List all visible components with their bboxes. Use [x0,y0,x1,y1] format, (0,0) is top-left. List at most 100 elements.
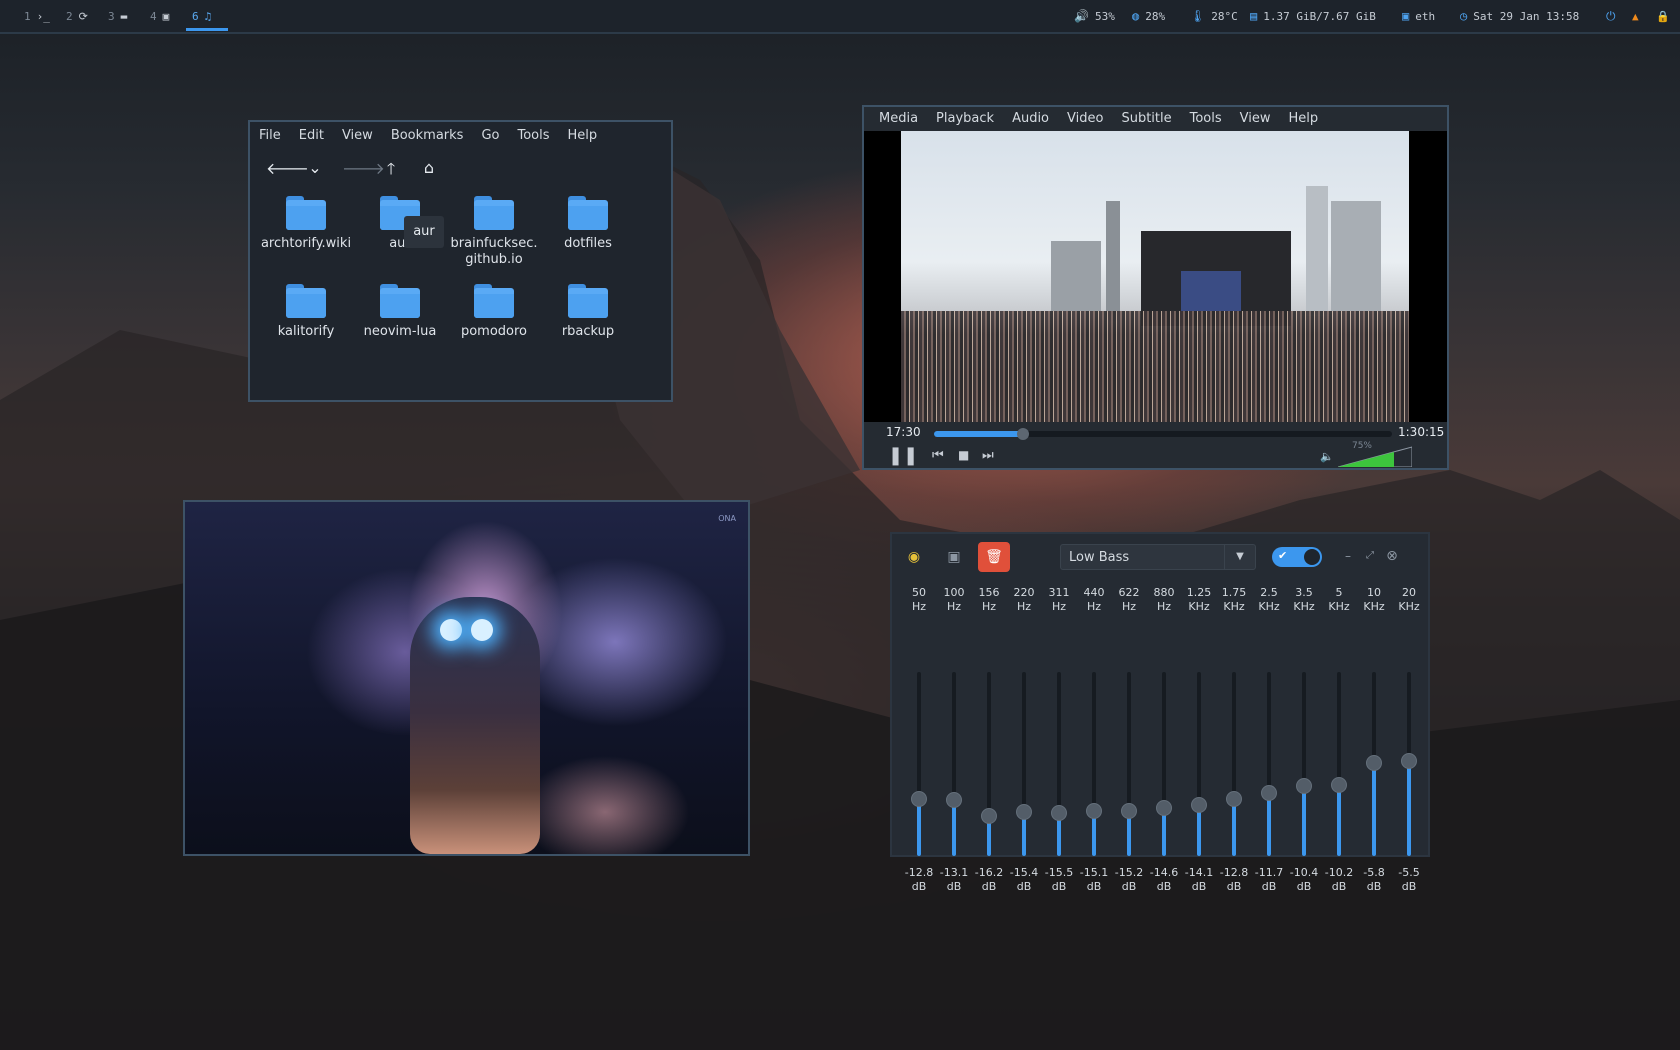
band-slider[interactable] [1226,672,1242,856]
folder-item[interactable]: pomodoro [446,284,542,340]
band-slider-handle[interactable] [1296,778,1312,794]
video-area[interactable] [864,131,1447,422]
band-slider[interactable] [946,672,962,856]
equalizer-enable-toggle[interactable]: ✔ [1272,547,1322,567]
workspace-3[interactable]: 3 ▬ [108,0,127,32]
menu-video[interactable]: Video [1058,111,1112,126]
menu-go[interactable]: Go [472,128,508,143]
folder-item[interactable]: neovim-lua [352,284,448,340]
band-frequency: 622 [1118,586,1140,599]
menu-subtitle[interactable]: Subtitle [1112,111,1180,126]
preset-select[interactable]: Low Bass ▼ [1060,544,1256,570]
lock-tray-icon[interactable]: 🔒 [1656,0,1670,32]
workspace-1[interactable]: 1 ›_ [24,0,50,32]
seek-handle[interactable] [1017,428,1029,440]
next-icon[interactable]: ⏭ [982,448,994,463]
menu-audio[interactable]: Audio [1003,111,1058,126]
folder-item[interactable]: dotfiles [540,196,636,252]
band-frequency: 10 [1367,586,1381,599]
menu-help[interactable]: Help [559,128,607,143]
menu-playback[interactable]: Playback [927,111,1003,126]
eq-band: 100 Hz -13.1 dB [937,586,971,893]
stop-icon[interactable]: ■ [958,448,969,462]
delete-preset-button[interactable]: 🗑 [978,542,1010,572]
workspace-4[interactable]: 4 ▣ [150,0,169,32]
band-slider[interactable] [1261,672,1277,856]
menu-bookmarks[interactable]: Bookmarks [382,128,473,143]
band-unit: KHz [1223,600,1245,613]
band-slider-handle[interactable] [1401,753,1417,769]
record-button[interactable]: ◉ [898,542,930,572]
band-slider[interactable] [1366,672,1382,856]
preset-value: Low Bass [1069,550,1130,565]
vlc-tray-icon[interactable]: ▲ [1632,0,1639,32]
menu-media[interactable]: Media [870,111,927,126]
back-arrow-icon[interactable]: 🡐 [266,158,309,185]
chevron-down-icon[interactable]: ▼ [1224,545,1255,569]
band-frequency: 156 [978,586,1000,599]
band-slider-handle[interactable] [1156,800,1172,816]
menu-tools[interactable]: Tools [508,128,558,143]
band-slider-handle[interactable] [981,808,997,824]
close-icon[interactable]: ⊗ [1382,546,1402,566]
band-slider-fill [1302,786,1306,856]
band-slider-handle[interactable] [911,791,927,807]
gas-mask-artwork: ONA [185,502,748,854]
forward-arrow-icon[interactable]: 🡒 [342,158,385,185]
history-chevron-icon[interactable]: ⌄ [304,158,326,185]
seek-bar[interactable] [934,428,1392,440]
speaker-icon[interactable]: 🔈 [1320,450,1334,463]
band-slider[interactable] [981,672,997,856]
folder-item[interactable]: brainfucksec. github.io [446,196,542,268]
menu-view[interactable]: View [1231,111,1280,126]
band-slider-handle[interactable] [1051,805,1067,821]
clock-icon: ◷ [1460,9,1468,23]
band-slider[interactable] [1401,672,1417,856]
band-slider-handle[interactable] [1331,777,1347,793]
volume-slider[interactable]: 75% [1337,441,1413,468]
folder-item[interactable]: rbackup [540,284,636,340]
band-slider-handle[interactable] [1261,785,1277,801]
eq-band: 440 Hz -15.1 dB [1077,586,1111,893]
eq-band: 880 Hz -14.6 dB [1147,586,1181,893]
band-unit: KHz [1258,600,1280,613]
band-slider-handle[interactable] [1191,797,1207,813]
power-button[interactable]: ⏻ [1606,0,1616,32]
up-arrow-icon[interactable]: 🡑 [380,158,402,185]
menu-file[interactable]: File [250,128,290,143]
elapsed-time: 17:30 [886,425,921,439]
band-slider[interactable] [1016,672,1032,856]
restore-icon[interactable]: ⤢ [1360,546,1380,566]
menu-tools[interactable]: Tools [1181,111,1231,126]
band-slider[interactable] [1051,672,1067,856]
band-slider[interactable] [911,672,927,856]
band-slider-handle[interactable] [946,792,962,808]
band-slider-handle[interactable] [1121,803,1137,819]
home-icon[interactable]: ⌂ [418,158,440,185]
band-slider[interactable] [1331,672,1347,856]
eq-band: 10 KHz -5.8 dB [1357,586,1391,893]
workspace-2[interactable]: 2 ⟳ [66,0,88,32]
band-slider-handle[interactable] [1226,791,1242,807]
pause-icon[interactable]: ❚❚ [888,445,918,466]
menu-view[interactable]: View [333,128,382,143]
band-slider[interactable] [1121,672,1137,856]
band-frequency: 311 [1048,586,1070,599]
folder-item[interactable]: archtorify.wiki [258,196,354,252]
save-preset-button[interactable]: ▣ [938,542,970,572]
band-slider[interactable] [1296,672,1312,856]
band-unit: Hz [1086,600,1102,613]
band-slider[interactable] [1086,672,1102,856]
menu-edit[interactable]: Edit [290,128,333,143]
band-slider[interactable] [1191,672,1207,856]
previous-icon[interactable]: ⏮ [932,448,944,463]
menu-help[interactable]: Help [1280,111,1328,126]
band-slider-handle[interactable] [1016,804,1032,820]
band-slider-handle[interactable] [1366,755,1382,771]
band-gain-value: -5.5 [1398,866,1420,879]
band-slider[interactable] [1156,672,1172,856]
folder-item[interactable]: kalitorify [258,284,354,340]
band-slider-handle[interactable] [1086,803,1102,819]
volume-status[interactable]: 🔊 53% [1074,0,1115,32]
minimize-icon[interactable]: – [1338,546,1358,566]
